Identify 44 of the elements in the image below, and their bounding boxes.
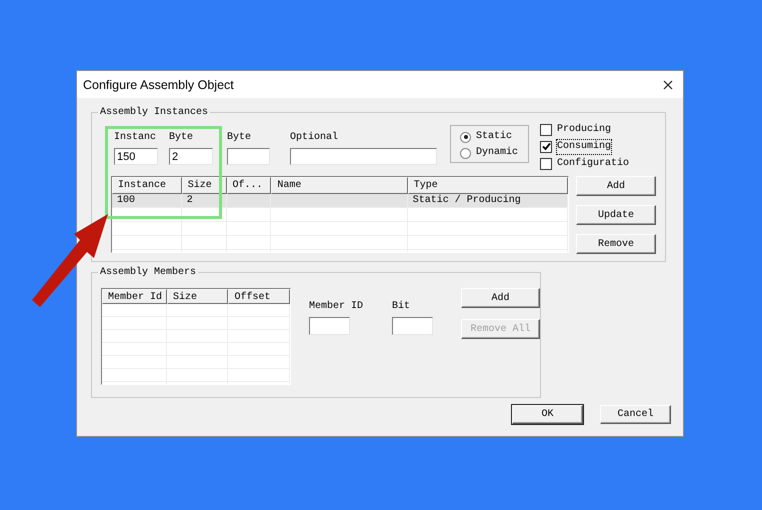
- input-field[interactable]: [227, 148, 270, 165]
- button[interactable]: OK: [512, 405, 583, 424]
- table-row[interactable]: 100 2 Static / Producing: [112, 194, 568, 208]
- field-label: Byte: [169, 131, 194, 144]
- column-header[interactable]: Size: [182, 177, 227, 194]
- field-label: Instanc: [114, 131, 158, 144]
- radio-label[interactable]: Static: [476, 130, 512, 144]
- group-label: Assembly Members: [98, 266, 198, 279]
- field-label: Optional: [290, 131, 340, 144]
- checkbox-label[interactable]: Consuming: [557, 140, 612, 154]
- radio-button[interactable]: [460, 132, 471, 142]
- radio-button[interactable]: [460, 148, 471, 158]
- column-header[interactable]: Type: [408, 177, 568, 194]
- column-header[interactable]: Of...: [226, 177, 272, 194]
- field-label: Member ID: [308, 300, 363, 313]
- table-cell: Static / Producing: [412, 195, 521, 206]
- checkbox-label[interactable]: Producing: [557, 122, 612, 136]
- column-header[interactable]: Size: [167, 289, 228, 304]
- column-header[interactable]: Offset: [228, 289, 290, 304]
- column-header[interactable]: Name: [271, 177, 408, 194]
- button[interactable]: Add: [461, 288, 540, 308]
- input-field[interactable]: 2: [169, 148, 213, 165]
- field-label: Bit: [392, 300, 412, 313]
- checkbox-label[interactable]: Configuratio: [557, 156, 630, 170]
- field-label: Byte: [227, 131, 252, 144]
- input-field[interactable]: 150: [114, 148, 158, 165]
- radio-label[interactable]: Dynamic: [476, 146, 518, 160]
- checkbox[interactable]: [540, 140, 552, 152]
- button[interactable]: Remove: [576, 234, 656, 254]
- checkbox[interactable]: [540, 158, 552, 170]
- input-field[interactable]: [392, 317, 433, 335]
- button[interactable]: Update: [576, 205, 656, 225]
- table-cell: 2: [186, 195, 193, 206]
- input-field[interactable]: [308, 317, 350, 335]
- checkbox[interactable]: [540, 124, 552, 136]
- close-icon[interactable]: [663, 80, 673, 90]
- window-title: Configure Assembly Object: [83, 78, 234, 92]
- button[interactable]: Cancel: [600, 405, 671, 424]
- column-header[interactable]: Instance: [112, 177, 182, 194]
- input-field[interactable]: [290, 148, 437, 165]
- button[interactable]: Add: [576, 176, 656, 196]
- column-header[interactable]: Member Id: [102, 289, 167, 304]
- table-cell: 100: [117, 195, 136, 206]
- group-label: Assembly Instances: [98, 106, 210, 119]
